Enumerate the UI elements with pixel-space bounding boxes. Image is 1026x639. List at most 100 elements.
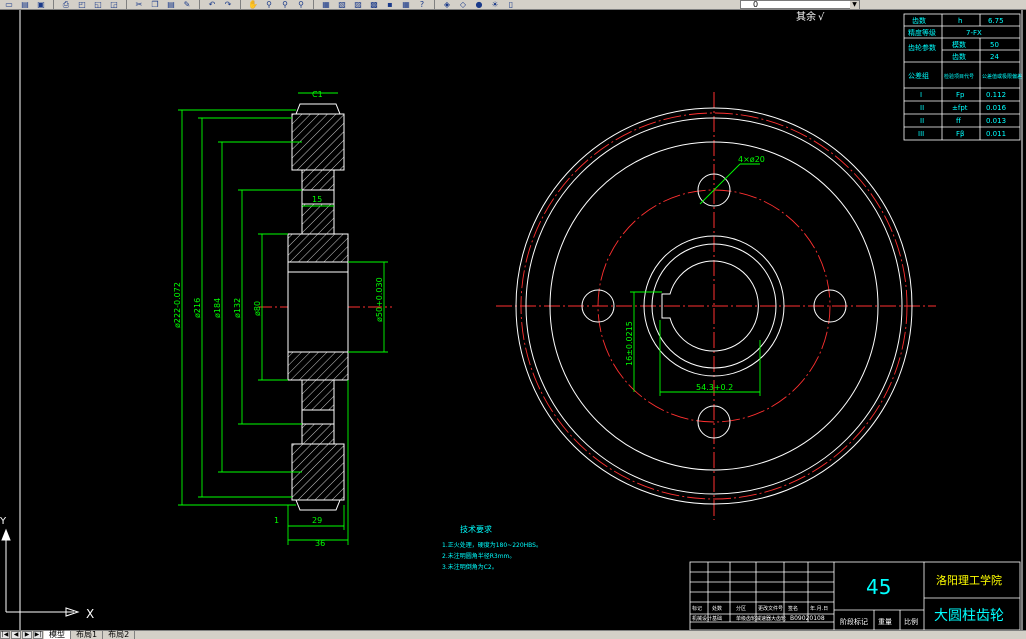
param-cell: ±fpt <box>952 104 968 112</box>
sun-icon[interactable]: ☀ <box>488 0 502 9</box>
tb-footer-mid: 单级齿轮减速器大齿轮 <box>736 615 786 622</box>
ucs-x-label: X <box>86 607 94 621</box>
tech-req-line-2: 2.未注明圆角半径R3mm。 <box>442 552 515 560</box>
open-icon[interactable]: ▤ <box>18 0 32 9</box>
param-cell: II <box>920 104 924 112</box>
layout-tab-bar: |◀ ◀ ▶ ▶| 模型 布局1 布局2 <box>0 630 1026 639</box>
standard-toolbar: ▭ ▤ ▣ ⎙ ◰ ◱ ◲ ✂ ❐ ▤ ✎ ↶ ↷ ✋ ⚲ ⚲ ⚲ ▦ ▧ ▨ … <box>0 0 1026 10</box>
tb-stage-mark: 阶段标记 <box>840 617 868 626</box>
param-cell: 24 <box>990 53 999 61</box>
tab-last-icon[interactable]: ▶| <box>33 631 43 639</box>
tb-label-zone: 分区 <box>736 605 746 612</box>
roughness-note: 其余 <box>796 10 816 23</box>
new-icon[interactable]: ▭ <box>2 0 16 9</box>
redo-icon[interactable]: ↷ <box>221 0 235 9</box>
print-icon[interactable]: ⎙ <box>59 0 73 9</box>
dim-d216: ø216 <box>193 298 202 318</box>
properties-icon[interactable]: ▦ <box>319 0 333 9</box>
dim-d80: ø80 <box>253 301 262 316</box>
lock-icon[interactable]: ▯ <box>504 0 518 9</box>
param-cell: 0.016 <box>986 104 1007 112</box>
param-cell: I <box>920 91 922 99</box>
undo-icon[interactable]: ↶ <box>205 0 219 9</box>
match-icon[interactable]: ✎ <box>180 0 194 9</box>
toolbar-separator <box>199 0 200 9</box>
side-section-view <box>258 103 392 511</box>
tb-drawing-no: B09020108 <box>790 615 825 622</box>
tb-label-date: 年.月.日 <box>810 605 828 612</box>
hub-bottom-section <box>287 351 349 381</box>
tab-model[interactable]: 模型 <box>44 631 71 639</box>
layer-state-icon[interactable]: ◇ <box>456 0 470 9</box>
tooth-tip-top <box>295 103 341 115</box>
tab-next-icon[interactable]: ▶ <box>22 631 32 639</box>
design-center-icon[interactable]: ▧ <box>335 0 349 9</box>
bulb-icon[interactable]: ● <box>472 0 486 9</box>
tb-label-mark: 标记 <box>692 605 702 612</box>
markup-icon[interactable]: ▪ <box>383 0 397 9</box>
zoom-realtime-icon[interactable]: ⚲ <box>262 0 276 9</box>
tb-scale: 比例 <box>904 617 918 626</box>
param-cell: ff <box>956 117 961 125</box>
publish-icon[interactable]: ◱ <box>91 0 105 9</box>
autocad-window: ▭ ▤ ▣ ⎙ ◰ ◱ ◲ ✂ ❐ ▤ ✎ ↶ ↷ ✋ ⚲ ⚲ ⚲ ▦ ▧ ▨ … <box>0 0 1026 639</box>
copy-icon[interactable]: ❐ <box>148 0 162 9</box>
tab-first-icon[interactable]: |◀ <box>0 631 10 639</box>
toolbar-separator <box>126 0 127 9</box>
tab-layout1[interactable]: 布局1 <box>71 631 104 639</box>
ucs-icon <box>1 528 80 617</box>
param-cell: 50 <box>990 41 999 49</box>
dim-d184: ø184 <box>213 298 222 318</box>
sheet-set-icon[interactable]: ▩ <box>367 0 381 9</box>
keyway-width-dim: 16±0.0215 <box>625 321 634 366</box>
param-cell: 齿数 <box>952 52 966 61</box>
tab-layout2[interactable]: 布局2 <box>103 631 136 639</box>
dim-hub-15: 15 <box>312 195 322 204</box>
tb-school: 洛阳理工学院 <box>936 573 1002 587</box>
hole-callout: 4×ø20 <box>738 155 765 164</box>
tech-req-line-3: 3.未注明倒角为C2。 <box>442 563 498 571</box>
param-cell: 7-FX <box>966 29 982 37</box>
ucs-y-label: Y <box>0 516 7 527</box>
tb-weight: 重量 <box>878 618 892 626</box>
param-cell: 0.112 <box>986 91 1006 99</box>
layer-dropdown-value: 0 <box>753 0 759 9</box>
tb-label-sign: 签名 <box>788 605 798 612</box>
layer-icon[interactable]: ◈ <box>440 0 454 9</box>
drawing-canvas[interactable]: 其余 √ C1 15 29 36 1 ø222-0.072 ø216 ø184 … <box>0 10 1026 630</box>
param-cell: 0.011 <box>986 130 1006 138</box>
save-icon[interactable]: ▣ <box>34 0 48 9</box>
plot-icon[interactable]: ◲ <box>107 0 121 9</box>
dim-bore: ø50+0.030 <box>375 277 384 322</box>
zoom-window-icon[interactable]: ⚲ <box>278 0 292 9</box>
toolbar-separator <box>53 0 54 9</box>
tb-label-change-doc: 更改文件号 <box>758 605 783 612</box>
calc-icon[interactable]: ▦ <box>399 0 413 9</box>
tool-palette-icon[interactable]: ▨ <box>351 0 365 9</box>
param-cell: 模数 <box>952 40 966 49</box>
hub-top-section <box>287 233 349 263</box>
param-cell: h <box>958 17 962 25</box>
tab-prev-icon[interactable]: ◀ <box>11 631 21 639</box>
dim-face-1: 1 <box>274 516 279 525</box>
tech-req-title: 技术要求 <box>460 524 492 534</box>
layer-dropdown[interactable]: 0 ▼ <box>740 0 860 9</box>
tb-material: 45 <box>866 575 891 599</box>
preview-icon[interactable]: ◰ <box>75 0 89 9</box>
help-icon[interactable]: ? <box>415 0 429 9</box>
tb-part-name: 大圆柱齿轮 <box>934 608 1004 624</box>
zoom-previous-icon[interactable]: ⚲ <box>294 0 308 9</box>
param-cell: II <box>920 117 924 125</box>
param-cell: 公差值或极限偏差 <box>982 73 1022 80</box>
pan-icon[interactable]: ✋ <box>246 0 260 9</box>
web-hole-bottom <box>301 409 335 425</box>
paste-icon[interactable]: ▤ <box>164 0 178 9</box>
keyway-depth-dim: 54.3+0.2 <box>696 383 733 392</box>
cut-icon[interactable]: ✂ <box>132 0 146 9</box>
dim-tip-diameter: ø222-0.072 <box>173 282 182 328</box>
param-cell: 齿数 <box>912 16 926 25</box>
chevron-down-icon: ▼ <box>850 1 859 9</box>
param-cell: 公差组 <box>908 71 929 80</box>
param-cell: 齿轮参数 <box>908 43 936 52</box>
side-dimensions <box>178 92 388 545</box>
